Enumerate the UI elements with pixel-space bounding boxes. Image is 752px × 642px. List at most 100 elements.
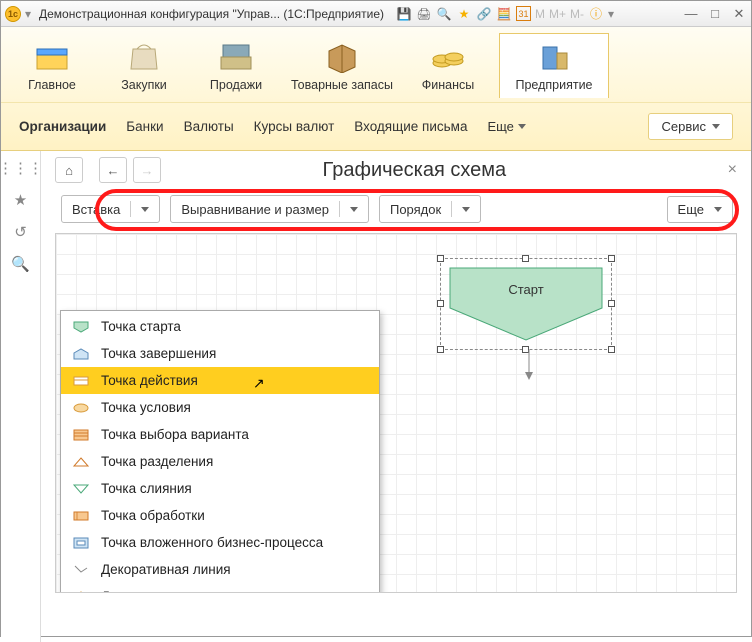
ribbon-tab-label: Продажи [210,78,262,92]
apps-icon[interactable]: ⋮⋮⋮ [12,159,30,177]
insert-menu-item[interactable]: Точка действия↖ [61,367,379,394]
insert-menu-item-label: Декорация [101,589,169,593]
ribbon-tab-label: Закупки [121,78,167,92]
titlebar-quick-icons: 💾 🖨 🔍 ★ 🔗 🧮 31 M M+ M- ⓘ ▾ [396,6,618,22]
box-icon [321,38,363,74]
insert-menu-item-label: Точка завершения [101,346,216,361]
subnav-inbox[interactable]: Входящие письма [354,119,467,134]
home-icon [31,38,73,74]
chevron-down-icon [712,124,720,129]
app-icon: 1c [5,6,21,22]
start-point-icon [73,320,89,334]
insert-menu-item[interactable]: Точка слияния [61,475,379,502]
ribbon-tab-label: Предприятие [515,78,592,92]
memory-mplus-icon[interactable]: M+ [549,7,566,21]
resize-handle[interactable] [608,300,615,307]
chevron-down-icon [141,207,149,212]
calculator-icon[interactable]: 🧮 [496,6,512,22]
subprocess-point-icon [73,536,89,550]
align-button[interactable]: Выравнивание и размер [170,195,369,223]
save-icon[interactable]: 💾 [396,6,412,22]
memory-m-icon[interactable]: M [535,7,545,21]
content-area: ⌂ ← → Графическая схема × Вставка Выравн… [41,151,751,642]
chevron-down-icon [714,207,722,212]
ribbon-tab-finance[interactable]: Финансы [407,34,489,98]
ribbon-tab-purchases[interactable]: Закупки [103,34,185,98]
subnav-rates[interactable]: Курсы валют [254,119,335,134]
coins-icon [427,38,469,74]
insert-menu-item[interactable]: Декорация [61,583,379,593]
subnav-more[interactable]: Еще [487,119,525,134]
resize-handle[interactable] [608,346,615,353]
end-point-icon [73,347,89,361]
maximize-button[interactable]: □ [707,7,723,21]
chevron-down-icon [462,207,470,212]
window-titlebar: 1c ▾ Демонстрационная конфигурация "Упра… [1,1,751,27]
start-shape-label: Старт [446,282,606,297]
ribbon-tab-label: Финансы [422,78,474,92]
bag-icon [123,38,165,74]
page-close-button[interactable]: × [728,161,737,179]
close-button[interactable]: ✕ [731,7,747,21]
nav-home-button[interactable]: ⌂ [55,157,83,183]
insert-menu-item-label: Точка слияния [101,481,192,496]
resize-handle[interactable] [437,346,444,353]
subnav-more-label: Еще [487,119,513,134]
merge-point-icon [73,482,89,496]
preview-icon[interactable]: 🔍 [436,6,452,22]
subnav-banks[interactable]: Банки [126,119,163,134]
choice-point-icon [73,428,89,442]
insert-menu-item-label: Точка старта [101,319,181,334]
resize-handle[interactable] [522,255,529,262]
insert-dropdown-menu: Точка старта Точка завершения Точка действ… [60,310,380,593]
star-icon[interactable]: ★ [12,191,30,209]
calendar-icon[interactable]: 31 [516,6,531,21]
ribbon-tab-inventory[interactable]: Товарные запасы [287,34,397,98]
resize-handle[interactable] [437,300,444,307]
insert-menu-item[interactable]: Точка условия [61,394,379,421]
insert-menu-item[interactable]: Точка разделения [61,448,379,475]
insert-menu-item[interactable]: Точка старта [61,313,379,340]
insert-menu-item[interactable]: Точка завершения [61,340,379,367]
resize-handle[interactable] [437,255,444,262]
ribbon-tab-sales[interactable]: Продажи [195,34,277,98]
decor-line-icon [73,563,89,577]
insert-button[interactable]: Вставка [61,195,160,223]
insert-menu-item[interactable]: Точка обработки [61,502,379,529]
connector-arrow-icon [524,350,534,380]
action-point-icon [73,374,89,388]
schema-canvas[interactable]: Старт Точка стартаТочка завершенияТочка … [55,233,737,593]
ribbon-tab-label: Товарные запасы [291,78,393,92]
ribbon-tab-enterprise[interactable]: Предприятие [499,33,609,98]
link-icon[interactable]: 🔗 [476,6,492,22]
info-dropdown[interactable]: ▾ [608,7,618,21]
chevron-down-icon [518,124,526,129]
insert-menu-item[interactable]: Точка выбора варианта [61,421,379,448]
ribbon: Главное Закупки Продажи Товарные запасы … [1,27,751,151]
insert-menu-item[interactable]: Точка вложенного бизнес-процесса [61,529,379,556]
resize-handle[interactable] [608,255,615,262]
app-menu-dropdown[interactable]: ▾ [25,7,35,21]
info-icon[interactable]: ⓘ [588,6,604,22]
favorite-icon[interactable]: ★ [456,6,472,22]
more-button[interactable]: Еще [667,196,733,223]
print-icon[interactable]: 🖨 [416,6,432,22]
subnav-currencies[interactable]: Валюты [184,119,234,134]
history-icon[interactable]: ↺ [12,223,30,241]
more-button-label: Еще [678,202,704,217]
subnav-organizations[interactable]: Организации [19,119,106,134]
memory-mminus-icon[interactable]: M- [570,7,584,21]
order-button[interactable]: Порядок [379,195,481,223]
page-title: Графическая схема [107,159,722,182]
insert-menu-item-label: Точка вложенного бизнес-процесса [101,535,323,550]
ribbon-tab-label: Главное [28,78,76,92]
start-shape[interactable]: Старт [446,264,606,344]
insert-menu-item[interactable]: Декоративная линия [61,556,379,583]
minimize-button[interactable]: — [683,7,699,21]
cursor-icon: ↖ [253,375,265,392]
insert-menu-item-label: Точка выбора варианта [101,427,249,442]
left-sidebar: ⋮⋮⋮ ★ ↺ 🔍 [1,151,41,642]
service-button[interactable]: Сервис [648,113,733,140]
search-icon[interactable]: 🔍 [12,255,30,273]
ribbon-tab-main[interactable]: Главное [11,34,93,98]
